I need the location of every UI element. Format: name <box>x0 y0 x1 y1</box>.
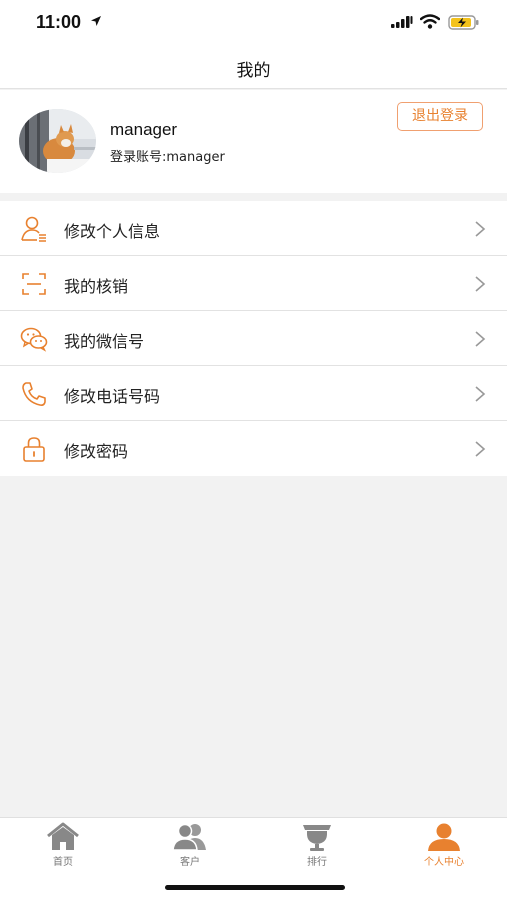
chevron-right-icon <box>475 221 486 237</box>
customers-icon <box>172 823 206 851</box>
menu-item-label: 我的核销 <box>64 277 129 296</box>
nav-bar: 我的 <box>0 46 507 89</box>
profile-icon <box>428 823 460 851</box>
menu-item-phone[interactable]: 修改电话号码 <box>0 366 507 421</box>
menu-item-label: 修改个人信息 <box>64 222 161 241</box>
tab-label: 首页 <box>53 857 73 868</box>
status-bar: 11:00 <box>0 0 507 46</box>
chevron-right-icon <box>475 276 486 292</box>
home-icon <box>47 822 79 850</box>
menu-item-label: 修改密码 <box>64 442 129 461</box>
logout-button[interactable]: 退出登录 <box>397 102 483 131</box>
chevron-right-icon <box>475 331 486 347</box>
status-time: 11:00 <box>36 12 82 32</box>
battery-charging-icon <box>448 15 479 30</box>
menu-item-password[interactable]: 修改密码 <box>0 421 507 476</box>
menu-item-label: 修改电话号码 <box>64 387 161 406</box>
page-title: 我的 <box>236 61 271 81</box>
home-indicator[interactable] <box>165 885 345 890</box>
tab-label: 个人中心 <box>424 857 464 868</box>
phone-icon <box>22 382 46 406</box>
tab-customers[interactable]: 客户 <box>127 822 253 870</box>
chevron-right-icon <box>475 441 486 457</box>
lock-icon <box>23 437 45 462</box>
username: manager <box>110 120 178 139</box>
wifi-icon <box>420 14 440 29</box>
tab-profile[interactable]: 个人中心 <box>381 822 507 870</box>
user-edit-icon <box>21 216 46 242</box>
settings-menu: 修改个人信息 我的核销 我的微信号 修改电话号码 修改密码 <box>0 201 507 476</box>
scan-icon <box>22 273 46 295</box>
menu-item-label: 我的微信号 <box>64 332 145 351</box>
avatar[interactable] <box>19 109 96 173</box>
menu-item-wechat[interactable]: 我的微信号 <box>0 311 507 366</box>
chevron-right-icon <box>475 386 486 402</box>
tab-ranking[interactable]: 排行 <box>254 822 380 870</box>
tab-label: 排行 <box>307 857 327 868</box>
avatar-cat-image <box>19 109 96 173</box>
profile-card: manager 登录账号:manager 退出登录 <box>0 90 507 193</box>
account-id: 登录账号:manager <box>110 150 225 165</box>
tab-label: 客户 <box>180 857 200 868</box>
location-arrow-icon <box>91 16 101 26</box>
cellular-signal-icon <box>391 16 413 28</box>
menu-item-verification[interactable]: 我的核销 <box>0 256 507 311</box>
tab-home[interactable]: 首页 <box>0 822 126 870</box>
menu-item-edit-profile[interactable]: 修改个人信息 <box>0 201 507 256</box>
ranking-icon <box>303 825 331 851</box>
wechat-icon <box>20 327 48 352</box>
